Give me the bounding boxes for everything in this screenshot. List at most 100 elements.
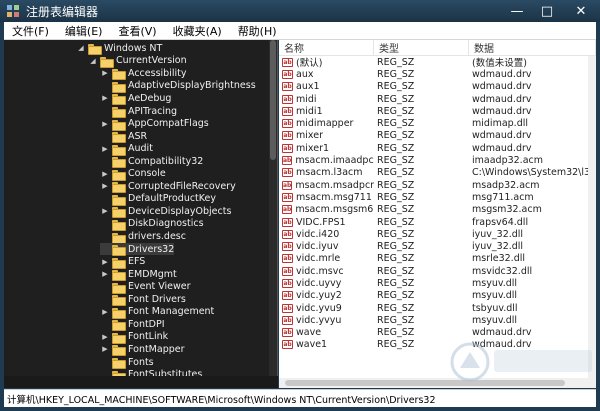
tree-item[interactable]: AdaptiveDisplayBrightness	[100, 80, 256, 93]
tree-item[interactable]: ▶ EFS	[100, 255, 146, 269]
string-value-icon: ab	[282, 303, 293, 313]
list-row[interactable]: ab mixer1 REG_SZ wdmaud.drv	[279, 142, 596, 154]
tree-item[interactable]: ▶ Console	[100, 168, 166, 181]
expand-arrow-icon[interactable]: ▶	[100, 69, 110, 77]
tree-item-label: FontMapper	[128, 343, 185, 355]
tree-item-label: EFS	[128, 256, 146, 268]
list-row[interactable]: ab vidc.yuy2 REG_SZ msyuv.dll	[279, 290, 596, 302]
list-row[interactable]: abmsacm.msgsm610REG_SZ msgsm32.acm	[279, 204, 596, 216]
value-data-cell: imaadp32.acm	[472, 155, 544, 167]
column-header-type[interactable]: 类型	[374, 40, 469, 56]
tree-item[interactable]: DefaultProductKey	[100, 193, 216, 206]
expand-arrow-icon[interactable]: ▶	[100, 308, 110, 316]
expand-arrow-icon[interactable]: ▶	[100, 170, 110, 178]
registry-tree[interactable]: ◢ Windows NT ◢ CurrentVersion ▶ Accessibility…	[4, 40, 278, 388]
expand-arrow-icon[interactable]: ▶	[100, 345, 110, 353]
list-row[interactable]: ab msacm.msadpcm REG_SZ msadp32.acm	[279, 179, 596, 191]
value-name: vidc.uyvy	[296, 277, 342, 289]
list-row[interactable]: ab mixer REG_SZ wdmaud.drv	[279, 130, 596, 142]
value-data-cell: msrle32.dll	[472, 253, 526, 265]
list-row[interactable]: ab msacm.l3acm REG_SZ C:\Windows\System32\l…	[279, 167, 596, 179]
list-row[interactable]: ab vidc.yvyu REG_SZ msyuv.dll	[279, 314, 596, 326]
list-row[interactable]: abmsacm.imaadpcmREG_SZ imaadp32.acm	[279, 154, 596, 166]
tree-item[interactable]: ▶ Font Management	[100, 306, 214, 319]
tree-item[interactable]: Font Drivers	[100, 293, 186, 307]
expanded-arrow-icon[interactable]: ◢	[76, 44, 86, 52]
expand-arrow-icon[interactable]: ▶	[100, 207, 110, 215]
list-row[interactable]: ab (默认) REG_SZ (数值未设置)	[279, 56, 596, 69]
folder-icon	[112, 119, 126, 131]
menu-view[interactable]: 查看(V)	[110, 23, 164, 39]
value-type-cell: REG_SZ	[377, 155, 415, 167]
list-row[interactable]: ab midimapper REG_SZ midimap.dll	[279, 117, 596, 129]
tree-item-label: FontDPI	[128, 318, 165, 330]
tree-item[interactable]: DiskDiagnostics	[100, 218, 204, 231]
value-name: aux	[296, 68, 314, 80]
expand-arrow-icon[interactable]: ▶	[100, 333, 110, 341]
folder-icon	[112, 282, 126, 294]
tree-horizontal-scrollbar[interactable]	[4, 376, 278, 388]
column-header-name[interactable]: 名称	[279, 40, 374, 56]
tree-scrollbar[interactable]	[269, 40, 277, 388]
expand-arrow-icon[interactable]: ▶	[100, 145, 110, 153]
list-row[interactable]: ab aux1 REG_SZ wdmaud.drv	[279, 81, 596, 93]
tree-item[interactable]: ▶ DeviceDisplayObjects	[100, 205, 231, 219]
list-row[interactable]: ab vidc.iyuv REG_SZ iyuv_32.dll	[279, 240, 596, 252]
tree-item[interactable]: ◢ CurrentVersion	[88, 55, 187, 68]
list-row[interactable]: ab msacm.msg711 REG_SZ msg711.acm	[279, 191, 596, 203]
expand-arrow-icon[interactable]: ▶	[100, 94, 110, 102]
list-row[interactable]: ab vidc.yvu9 REG_SZ tsbyuv.dll	[279, 302, 596, 314]
menu-edit[interactable]: 编辑(E)	[57, 23, 111, 39]
value-data-cell: msvidc32.dll	[472, 265, 533, 277]
list-row[interactable]: ab midi REG_SZ wdmaud.drv	[279, 93, 596, 105]
expand-arrow-icon[interactable]: ▶	[100, 120, 110, 128]
list-row[interactable]: ab aux REG_SZ wdmaud.drv	[279, 68, 596, 80]
expanded-arrow-icon[interactable]: ◢	[88, 57, 98, 65]
tree-item[interactable]: ▶ CorruptedFileRecovery	[100, 180, 236, 194]
expand-arrow-icon[interactable]: ▶	[100, 270, 110, 278]
tree-item[interactable]: ◢ Windows NT	[76, 42, 162, 56]
list-row[interactable]: ab VIDC.FPS1 REG_SZ frapsv64.dll	[279, 216, 596, 228]
tree-item[interactable]: APITracing	[100, 105, 177, 118]
column-header-data[interactable]: 数据	[469, 40, 596, 56]
tree-item[interactable]: drivers.desc	[100, 230, 186, 244]
tree-item[interactable]: FontDPI	[100, 318, 165, 332]
tree-item[interactable]: ▶ FontMapper	[100, 343, 185, 357]
tree-scroll-thumb[interactable]	[270, 40, 276, 160]
tree-item[interactable]: ▶ AeDebug	[100, 92, 171, 106]
tree-item[interactable]: ▶ AppCompatFlags	[100, 117, 209, 131]
tree-item[interactable]: Compatibility32	[100, 155, 203, 169]
tree-item[interactable]: Event Viewer	[100, 280, 191, 294]
value-type-cell: REG_SZ	[377, 93, 415, 105]
minimize-icon[interactable]: —	[502, 0, 532, 22]
menu-favorites[interactable]: 收藏夹(A)	[165, 23, 230, 39]
expand-arrow-icon[interactable]: ▶	[100, 258, 110, 266]
expand-arrow-icon[interactable]: ▶	[100, 182, 110, 190]
close-icon[interactable]: ✕	[562, 0, 600, 22]
tree-item[interactable]: Fonts	[100, 356, 154, 369]
list-row[interactable]: ab vidc.msvc REG_SZ msvidc32.dll	[279, 265, 596, 277]
list-row[interactable]: ab vidc.mrle REG_SZ msrle32.dll	[279, 253, 596, 265]
tree-item[interactable]: ▶ Accessibility	[100, 67, 186, 81]
tree-item[interactable]: ▶ Audit	[100, 142, 153, 156]
list-vertical-scrollbar[interactable]	[588, 56, 596, 378]
tree-item[interactable]: ASR	[100, 130, 147, 144]
tree-item[interactable]: ▶ FontLink	[100, 331, 168, 344]
value-name: msacm.msg711	[296, 191, 372, 203]
value-name-cell: ab midi1	[279, 106, 374, 117]
tree-item[interactable]: ▶ EMDMgmt	[100, 268, 177, 282]
tree-item[interactable]: Drivers32	[100, 242, 175, 257]
value-name: wave1	[296, 339, 328, 351]
value-data-cell: wdmaud.drv	[472, 93, 532, 105]
maximize-icon[interactable]: □	[532, 0, 562, 22]
list-row[interactable]: ab vidc.uyvy REG_SZ msyuv.dll	[279, 277, 596, 289]
menu-file[interactable]: 文件(F)	[4, 23, 57, 39]
list-row[interactable]: ab midi1 REG_SZ wdmaud.drv	[279, 105, 596, 117]
menu-help[interactable]: 帮助(H)	[230, 23, 285, 39]
value-data-cell: tsbyuv.dll	[472, 302, 518, 314]
string-value-icon: ab	[282, 229, 293, 239]
list-row[interactable]: ab wave REG_SZ wdmaud.drv	[279, 327, 596, 339]
list-rows: ab (默认) REG_SZ (数值未设置) ab aux REG_SZ wdmaud.drv…	[279, 56, 596, 351]
value-name: msacm.msadpcm	[295, 179, 374, 191]
list-row[interactable]: ab vidc.i420 REG_SZ iyuv_32.dll	[279, 228, 596, 240]
